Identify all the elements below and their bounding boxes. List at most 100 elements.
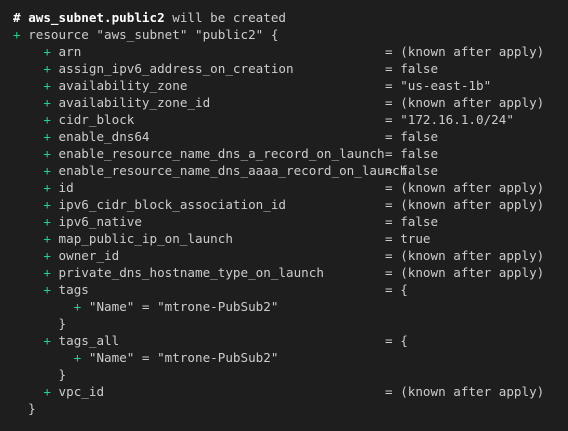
equals-sign: = xyxy=(385,384,393,399)
vpc-id-line: + vpc_id = (known after apply) xyxy=(13,383,568,400)
equals-sign: = xyxy=(385,146,393,161)
attribute-value: (known after apply) xyxy=(400,180,545,195)
tags-line: + tags = { xyxy=(13,281,568,298)
map-close-brace: } xyxy=(58,367,67,382)
attribute-row: + assign_ipv6_address_on_creation = false xyxy=(13,60,568,77)
equals-sign: = xyxy=(385,282,393,297)
equals-sign: = xyxy=(385,129,393,144)
attribute-row: + id = (known after apply) xyxy=(13,179,568,196)
attribute-name: map_public_ip_on_launch xyxy=(58,231,233,246)
equals-sign: = xyxy=(385,61,393,76)
equals-sign: = xyxy=(385,248,393,263)
equals-sign: = xyxy=(385,78,393,93)
tags-all-line: + tags_all = { xyxy=(13,332,568,349)
attribute-value: true xyxy=(400,231,431,246)
attribute-name: private_dns_hostname_type_on_launch xyxy=(58,265,324,280)
attribute-name: tags_all xyxy=(58,333,120,348)
attribute-value: false xyxy=(400,61,439,76)
equals-sign: = xyxy=(385,44,393,59)
attribute-name: enable_dns64 xyxy=(58,129,150,144)
attribute-row: + owner_id = (known after apply) xyxy=(13,247,568,264)
resource-address: aws_subnet.public2 xyxy=(28,10,165,25)
equals-sign: = xyxy=(385,197,393,212)
equals-sign: = xyxy=(385,95,393,110)
attribute-row: + cidr_block = "172.16.1.0/24" xyxy=(13,111,568,128)
tag-entry: "Name" = "mtrone-PubSub2" xyxy=(88,299,279,314)
tags-all-close-line: } xyxy=(13,366,568,383)
attribute-value: false xyxy=(400,163,439,178)
tags-all-entry-line: + "Name" = "mtrone-PubSub2" xyxy=(13,349,568,366)
tag-entry: "Name" = "mtrone-PubSub2" xyxy=(88,350,279,365)
create-marker: + xyxy=(73,350,82,365)
attribute-name: tags xyxy=(58,282,89,297)
resource-close-brace: } xyxy=(28,401,36,416)
map-close-brace: } xyxy=(58,316,67,331)
map-open-brace: { xyxy=(400,333,408,348)
attribute-row: + enable_resource_name_dns_aaaa_record_o… xyxy=(13,162,568,179)
create-marker: + xyxy=(13,27,21,42)
attribute-row: + map_public_ip_on_launch = true xyxy=(13,230,568,247)
create-marker: + xyxy=(43,265,51,280)
attribute-value: (known after apply) xyxy=(400,265,545,280)
equals-sign: = xyxy=(385,163,393,178)
attribute-row: + enable_dns64 = false xyxy=(13,128,568,145)
plan-header-line: # aws_subnet.public2 will be created xyxy=(13,9,568,26)
tags-entry-line: + "Name" = "mtrone-PubSub2" xyxy=(13,298,568,315)
attribute-value: "us-east-1b" xyxy=(400,78,492,93)
create-marker: + xyxy=(43,214,51,229)
attribute-value: false xyxy=(400,129,439,144)
attribute-value: false xyxy=(400,146,439,161)
create-marker: + xyxy=(43,333,51,348)
attribute-value: (known after apply) xyxy=(400,384,545,399)
attribute-list: + arn = (known after apply) + assign_ipv6… xyxy=(13,43,568,281)
attribute-value: (known after apply) xyxy=(400,95,545,110)
create-marker: + xyxy=(43,78,51,93)
equals-sign: = xyxy=(385,180,393,195)
create-marker: + xyxy=(43,129,51,144)
create-marker: + xyxy=(43,384,51,399)
resource-declaration: resource "aws_subnet" "public2" { xyxy=(28,27,279,42)
create-marker: + xyxy=(43,95,51,110)
attribute-value: "172.16.1.0/24" xyxy=(400,112,514,127)
plan-action-text: will be created xyxy=(172,10,286,25)
equals-sign: = xyxy=(385,231,393,246)
attribute-name: arn xyxy=(58,44,82,59)
create-marker: + xyxy=(43,61,51,76)
create-marker: + xyxy=(43,231,51,246)
attribute-name: vpc_id xyxy=(58,384,105,399)
create-marker: + xyxy=(43,163,51,178)
attribute-value: (known after apply) xyxy=(400,248,545,263)
resource-open-line: + resource "aws_subnet" "public2" { xyxy=(13,26,568,43)
create-marker: + xyxy=(43,146,51,161)
create-marker: + xyxy=(43,180,51,195)
attribute-name: enable_resource_name_dns_a_record_on_lau… xyxy=(58,146,385,161)
attribute-name: ipv6_native xyxy=(58,214,142,229)
equals-sign: = xyxy=(385,214,393,229)
attribute-value: (known after apply) xyxy=(400,197,545,212)
attribute-row: + enable_resource_name_dns_a_record_on_l… xyxy=(13,145,568,162)
tags-close-line: } xyxy=(13,315,568,332)
equals-sign: = xyxy=(385,265,393,280)
attribute-row: + ipv6_native = false xyxy=(13,213,568,230)
attribute-value: (known after apply) xyxy=(400,44,545,59)
create-marker: + xyxy=(43,197,51,212)
comment-marker: # xyxy=(13,10,21,25)
map-open-brace: { xyxy=(400,282,408,297)
create-marker: + xyxy=(43,248,51,263)
attribute-row: + availability_zone = "us-east-1b" xyxy=(13,77,568,94)
create-marker: + xyxy=(73,299,82,314)
attribute-name: assign_ipv6_address_on_creation xyxy=(58,61,294,76)
terminal-output: # aws_subnet.public2 will be created + r… xyxy=(0,0,568,431)
resource-close-line: } xyxy=(13,400,568,417)
attribute-name: enable_resource_name_dns_aaaa_record_on_… xyxy=(58,163,408,178)
equals-sign: = xyxy=(385,333,393,348)
attribute-name: cidr_block xyxy=(58,112,135,127)
attribute-name: ipv6_cidr_block_association_id xyxy=(58,197,286,212)
create-marker: + xyxy=(43,282,51,297)
attribute-name: availability_zone xyxy=(58,78,188,93)
attribute-name: availability_zone_id xyxy=(58,95,211,110)
create-marker: + xyxy=(43,44,51,59)
create-marker: + xyxy=(43,112,51,127)
attribute-row: + arn = (known after apply) xyxy=(13,43,568,60)
attribute-name: id xyxy=(58,180,74,195)
